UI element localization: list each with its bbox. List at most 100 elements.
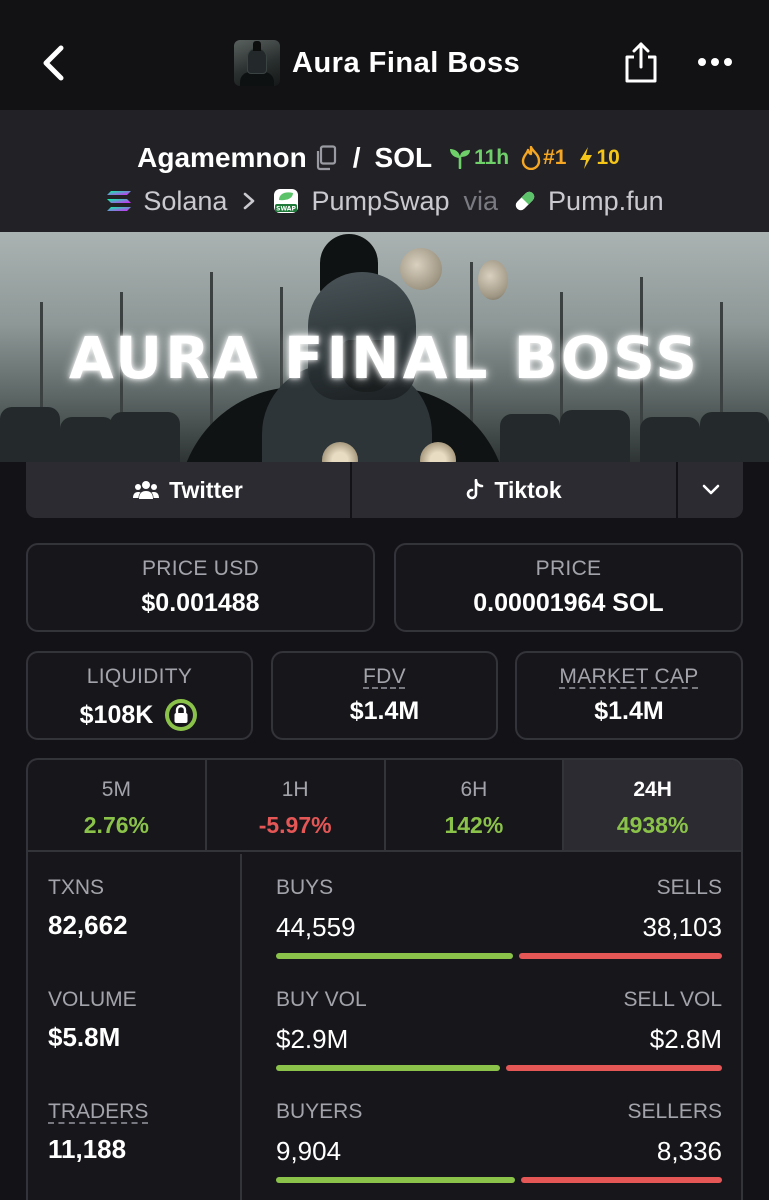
top-nav-bar: Aura Final Boss — [0, 0, 769, 110]
pair-quote-token: SOL — [374, 142, 433, 173]
traders-ratio-bar — [276, 1177, 722, 1183]
price-native-card: PRICE 0.00001964 SOL — [394, 543, 743, 632]
market-cap-label[interactable]: MARKET CAP — [517, 665, 741, 689]
tab-6h-change: 142% — [444, 812, 504, 838]
tiktok-button[interactable]: Tiktok — [352, 462, 676, 518]
twitter-button[interactable]: Twitter — [26, 462, 350, 518]
buys-value: 44,559 — [276, 912, 356, 942]
volume-stat: VOLUME $5.8M — [48, 988, 137, 1053]
market-cap-card: MARKET CAP $1.4M — [515, 651, 743, 740]
share-icon — [625, 42, 657, 83]
tiktok-icon — [467, 479, 484, 500]
txns-stat: TXNS 82,662 — [48, 876, 128, 941]
price-usd-label: PRICE USD — [141, 557, 260, 580]
chain-name: Solana — [143, 185, 228, 216]
copy-address-button[interactable] — [315, 145, 341, 171]
via-label: via — [463, 185, 499, 216]
buys-label: BUYS — [276, 876, 334, 899]
pair-age-badge: 11h — [448, 146, 509, 170]
tab-5m-change: 2.76% — [83, 812, 149, 838]
launchpad-link[interactable]: Pump.fun — [512, 186, 664, 217]
txns-label: TXNS — [48, 876, 105, 899]
chevron-down-icon — [702, 484, 719, 495]
users-icon — [133, 481, 160, 499]
volume-value: $5.8M — [48, 1022, 121, 1052]
pair-header: Agamemnon / SOL 11h #1 10 Solana SWAP Pu… — [0, 110, 769, 232]
trending-rank-text: #1 — [543, 146, 567, 169]
liquidity-value-row: $108K — [28, 697, 251, 733]
txns-value: 82,662 — [48, 910, 128, 940]
fdv-value: $1.4M — [349, 697, 420, 725]
tab-1h[interactable]: 1H -5.97% — [207, 760, 386, 850]
sellers-label: SELLERS — [627, 1100, 722, 1123]
fdv-card: FDV $1.4M — [271, 651, 498, 740]
buy-vol-bar-segment — [276, 1065, 500, 1071]
buys-bar-segment — [276, 953, 513, 959]
sell-vol-label: SELL VOL — [623, 988, 722, 1011]
dex-icon-text: SWAP — [277, 206, 297, 213]
solana-icon — [107, 191, 132, 211]
stats-summary-column: TXNS 82,662 VOLUME $5.8M TRADERS 11,188 — [28, 854, 242, 1200]
tab-24h-label: 24H — [633, 778, 672, 801]
lock-icon[interactable] — [163, 697, 199, 733]
ellipsis-icon — [698, 58, 732, 66]
token-banner-image: AURA FINAL BOSS — [0, 232, 769, 462]
timeframe-tabs: 5M 2.76% 1H -5.97% 6H 142% 24H 4938% — [28, 760, 741, 852]
back-button[interactable] — [36, 40, 72, 86]
social-links: Twitter Tiktok — [26, 462, 743, 518]
sells-value: 38,103 — [642, 912, 722, 942]
liquidity-value: $108K — [79, 700, 154, 729]
boost-badge: 10 — [578, 146, 620, 170]
price-usd-value: $0.001488 — [141, 589, 260, 617]
sellers-bar-segment — [521, 1177, 722, 1183]
sell-vol-value: $2.8M — [649, 1024, 722, 1054]
pair-base-token[interactable]: Agamemnon — [137, 142, 307, 174]
traders-value: 11,188 — [48, 1134, 127, 1164]
pill-icon — [515, 191, 535, 211]
chain-breadcrumb: Solana SWAP PumpSwap via Pump.fun — [0, 176, 769, 226]
trading-stats-panel: 5M 2.76% 1H -5.97% 6H 142% 24H 4938% TXN… — [26, 758, 743, 1200]
tab-6h[interactable]: 6H 142% — [386, 760, 565, 850]
tab-5m-label: 5M — [101, 778, 131, 801]
fdv-label[interactable]: FDV — [273, 665, 496, 689]
price-usd-card: PRICE USD $0.001488 — [26, 543, 375, 632]
banner-title: AURA FINAL BOSS — [68, 324, 701, 392]
pair-age-text: 11h — [474, 146, 510, 169]
launchpad-name: Pump.fun — [548, 185, 664, 216]
volume-label: VOLUME — [48, 988, 137, 1011]
nav-title-group: Aura Final Boss — [234, 40, 520, 86]
traders-stat: TRADERS 11,188 — [48, 1100, 148, 1165]
twitter-label: Twitter — [169, 476, 243, 503]
buy-sell-volume-stat: BUY VOL SELL VOL $2.9M $2.8M — [276, 988, 722, 1071]
buyers-bar-segment — [276, 1177, 515, 1183]
token-avatar — [234, 40, 280, 86]
tab-5m[interactable]: 5M 2.76% — [28, 760, 207, 850]
chevron-right-icon — [243, 186, 255, 217]
page-title: Aura Final Boss — [292, 46, 521, 79]
share-button[interactable] — [620, 38, 662, 86]
market-cap-value: $1.4M — [594, 697, 664, 725]
sell-vol-bar-segment — [506, 1065, 722, 1071]
sprout-icon — [450, 149, 471, 169]
liquidity-label: LIQUIDITY — [86, 665, 193, 688]
boost-count-text: 10 — [596, 146, 620, 169]
volume-ratio-bar — [276, 1065, 722, 1071]
chevron-left-icon — [43, 45, 64, 81]
buy-vol-label: BUY VOL — [276, 988, 367, 1011]
chain-link[interactable]: Solana — [105, 186, 227, 217]
tiktok-label: Tiktok — [494, 476, 562, 503]
copy-icon — [316, 145, 336, 171]
buyers-label: BUYERS — [276, 1100, 363, 1123]
pumpswap-icon: SWAP — [274, 189, 299, 213]
buyers-sellers-stat: BUYERS SELLERS 9,904 8,336 — [276, 1100, 722, 1183]
tab-24h-change: 4938% — [616, 812, 689, 838]
more-options-button[interactable] — [692, 44, 738, 80]
tab-24h[interactable]: 24H 4938% — [564, 760, 741, 850]
dex-link[interactable]: SWAP PumpSwap — [271, 186, 450, 217]
sellers-value: 8,336 — [656, 1136, 722, 1166]
pair-separator: / — [352, 142, 361, 173]
traders-label[interactable]: TRADERS — [48, 1100, 148, 1124]
liquidity-card: LIQUIDITY $108K — [26, 651, 253, 740]
more-socials-button[interactable] — [678, 462, 743, 518]
sells-bar-segment — [519, 953, 722, 959]
